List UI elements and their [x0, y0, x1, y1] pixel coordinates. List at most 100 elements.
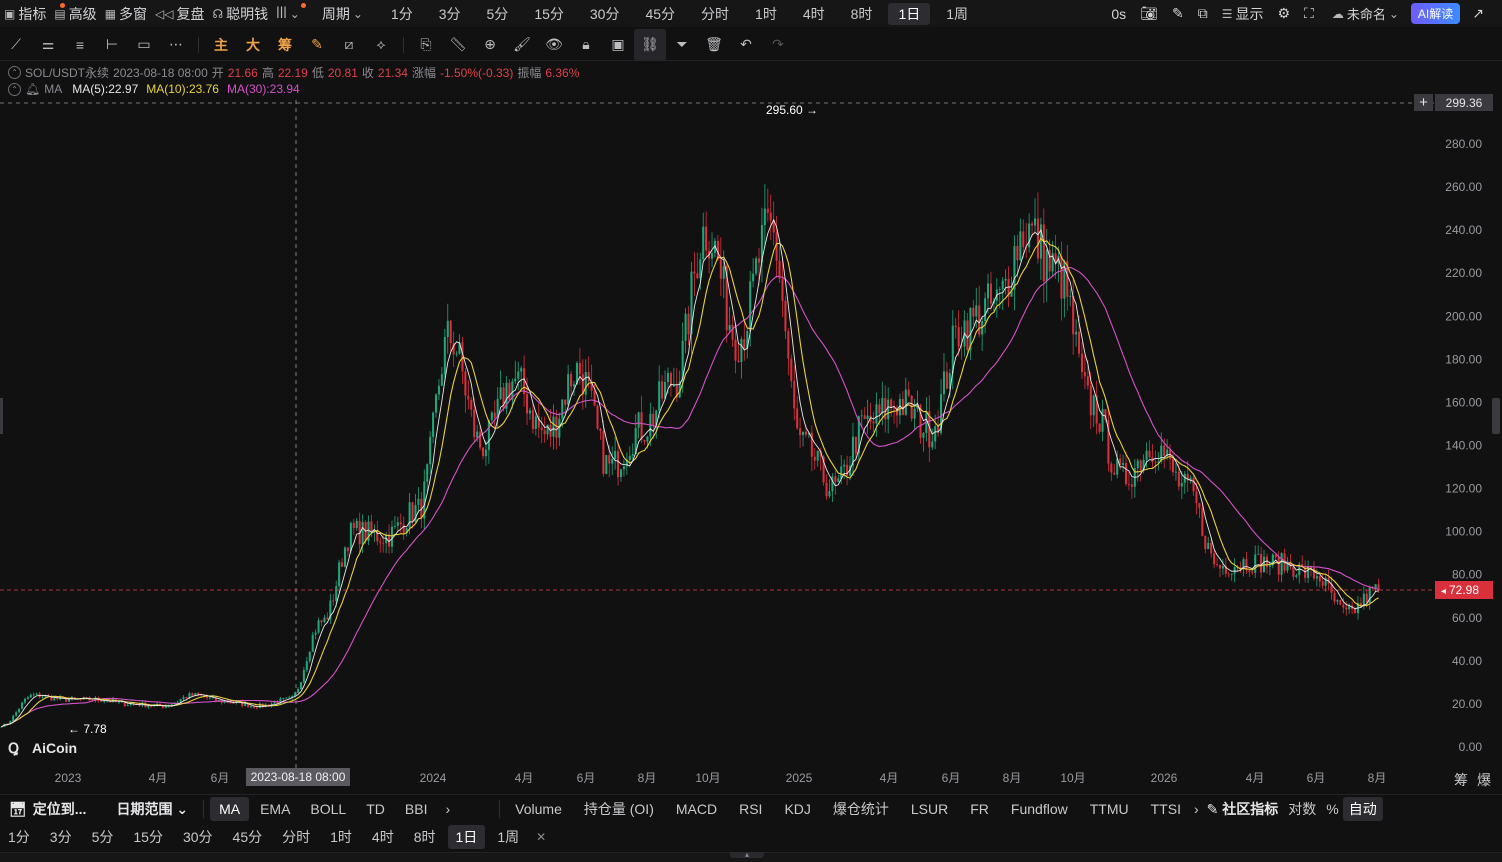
close-icon[interactable]: ✕ [527, 825, 555, 849]
big-order-button[interactable]: 大 [237, 29, 269, 61]
layout-dropdown[interactable]: ☁ 未命名 ⌄ [1328, 0, 1403, 27]
candle-body [1342, 604, 1345, 608]
price-tick-label: 240.00 [1445, 223, 1482, 237]
sub-indicator-5[interactable]: 爆仓统计 [824, 797, 898, 821]
sub-indicator-6[interactable]: LSUR [902, 797, 957, 821]
bottom-period-2[interactable]: 5分 [84, 825, 122, 849]
copy-icon[interactable]: ⎘ [410, 29, 442, 61]
pencil-icon[interactable]: ✎ [1168, 0, 1188, 27]
sub-indicator-1[interactable]: 持仓量 (OI) [575, 797, 663, 821]
replay-button[interactable]: ◁◁ 复盘 [151, 0, 208, 27]
left-scroll-handle[interactable] [0, 398, 3, 434]
main-indicator-bbi[interactable]: BBI [396, 797, 437, 821]
template-icon[interactable]: ▣ [602, 29, 634, 61]
bottom-period-4[interactable]: 30分 [175, 825, 221, 849]
main-indicator-ema[interactable]: EMA [251, 797, 299, 821]
fullscreen-icon[interactable]: ⛶ [1300, 0, 1318, 27]
bottom-period-9[interactable]: 8时 [406, 825, 444, 849]
draw-edit-icon[interactable]: ✎ [301, 29, 333, 61]
main-indicator-ma[interactable]: MA [210, 796, 250, 821]
rectangle-icon[interactable]: ▭ [128, 29, 160, 61]
zoom-in-icon[interactable]: ⊕ [474, 29, 506, 61]
date-range-dropdown[interactable]: 日期范围 ⌄ [107, 797, 197, 821]
period-0[interactable]: 1分 [381, 3, 423, 25]
candle-body [802, 431, 805, 436]
period-8[interactable]: 4时 [793, 3, 835, 25]
chevron-right-icon[interactable]: › [436, 797, 459, 821]
bottom-period-6[interactable]: 分时 [274, 825, 318, 849]
redo-icon[interactable]: ↷ [762, 29, 794, 61]
measure-icon[interactable]: ⟡ [365, 29, 397, 61]
trash-icon[interactable]: 🗑︎ [698, 29, 730, 61]
sub-indicator-0[interactable]: Volume [506, 797, 571, 821]
community-indicators-button[interactable]: ✎ 社区指标 [1203, 797, 1283, 821]
bottom-period-3[interactable]: 15分 [125, 825, 171, 849]
more-tools-icon[interactable]: ⋯ [160, 29, 192, 61]
camera-icon[interactable]: 📷︎ [1136, 0, 1162, 27]
brush-icon[interactable]: 🖌︎ [506, 29, 538, 61]
expand-handle-icon[interactable]: ▴ [730, 851, 764, 859]
filter-icon[interactable]: ⏷ [666, 29, 698, 61]
bottom-period-5[interactable]: 45分 [225, 825, 271, 849]
main-chart-button[interactable]: 主 [205, 29, 237, 61]
share-icon[interactable]: ↗ [1468, 0, 1488, 27]
sub-indicator-2[interactable]: MACD [667, 797, 726, 821]
log-scale-toggle[interactable]: 对数 [1282, 797, 1322, 821]
period-9[interactable]: 8时 [841, 3, 883, 25]
period-2[interactable]: 5分 [477, 3, 519, 25]
smart-money-button[interactable]: ☊ 聪明钱 [209, 0, 306, 27]
sub-indicator-10[interactable]: TTSI [1142, 797, 1190, 821]
settings-icon[interactable]: ⚙︎ [1273, 0, 1294, 27]
indicators-button[interactable]: ▣ 指标 [0, 0, 65, 27]
chips-corner-button[interactable]: 筹 [1454, 772, 1468, 788]
price-axis[interactable]: 280.00 260.00 240.00 220.00 200.00 180.00 160.… [1445, 137, 1482, 754]
bottom-period-11[interactable]: 1周 [489, 825, 527, 849]
bottom-period-10[interactable]: 1日 [447, 825, 486, 849]
lock-icon[interactable]: 🔒︎ [570, 29, 602, 61]
magnet-icon[interactable]: ⧄ [333, 29, 365, 61]
horizontal-ray-icon[interactable]: ⊢ [96, 29, 128, 61]
locate-button[interactable]: 📅︎ 定位到... [0, 797, 95, 821]
ai-interpret-button[interactable]: AI解读 [1410, 3, 1461, 24]
sub-indicator-7[interactable]: FR [961, 797, 998, 821]
sub-indicator-8[interactable]: Fundflow [1002, 797, 1077, 821]
sub-indicator-3[interactable]: RSI [730, 797, 771, 821]
liquidation-corner-button[interactable]: 爆 [1477, 772, 1491, 788]
auto-scale-toggle[interactable]: 自动 [1342, 796, 1383, 821]
period-5[interactable]: 45分 [635, 3, 685, 25]
period-4[interactable]: 30分 [580, 3, 630, 25]
link-icon[interactable]: ⛓︎ [634, 28, 666, 61]
candle-body [825, 482, 828, 497]
main-indicator-td[interactable]: TD [357, 797, 394, 821]
sub-indicator-4[interactable]: KDJ [775, 797, 819, 821]
price-chart[interactable]: 280.00 260.00 240.00 220.00 200.00 180.00 160.… [0, 60, 1502, 793]
period-10[interactable]: 1日 [888, 2, 931, 25]
undo-icon[interactable]: ↶ [730, 29, 762, 61]
advanced-button[interactable]: ▤ 高级 [50, 0, 100, 27]
period-6[interactable]: 分时 [691, 3, 739, 25]
display-button[interactable]: ☰ 显示 [1218, 0, 1268, 27]
right-scroll-handle[interactable] [1492, 398, 1500, 434]
percent-scale-toggle[interactable]: % [1322, 797, 1342, 821]
ruler-icon[interactable]: 📏︎ [442, 29, 474, 61]
new-window-icon[interactable]: ⧉ [1194, 0, 1212, 27]
period-1[interactable]: 3分 [429, 3, 471, 25]
chips-button[interactable]: 筹 [269, 29, 301, 61]
main-indicator-boll[interactable]: BOLL [301, 797, 355, 821]
cycle-dropdown[interactable]: 周期 ⌄ [318, 0, 367, 27]
bottom-period-8[interactable]: 4时 [364, 825, 402, 849]
period-11[interactable]: 1周 [936, 3, 978, 25]
bottom-period-0[interactable]: 1分 [0, 825, 38, 849]
period-7[interactable]: 1时 [745, 3, 787, 25]
horizontal-lines-icon[interactable]: ≡ [64, 29, 96, 61]
chevron-right-icon[interactable]: › [1190, 797, 1203, 821]
chart-type-button[interactable]: ꟾꟾꟾ ⌄ [272, 0, 304, 27]
parallel-line-icon[interactable]: ⚌ [32, 29, 64, 61]
period-3[interactable]: 15分 [524, 3, 574, 25]
eye-icon[interactable]: 👁︎ [538, 29, 570, 61]
sub-indicator-9[interactable]: TTMU [1081, 797, 1138, 821]
bottom-period-1[interactable]: 3分 [42, 825, 80, 849]
line-tool-icon[interactable]: ⟋ [0, 29, 32, 61]
multi-window-button[interactable]: ▦ 多窗 [101, 0, 151, 27]
bottom-period-7[interactable]: 1时 [322, 825, 360, 849]
